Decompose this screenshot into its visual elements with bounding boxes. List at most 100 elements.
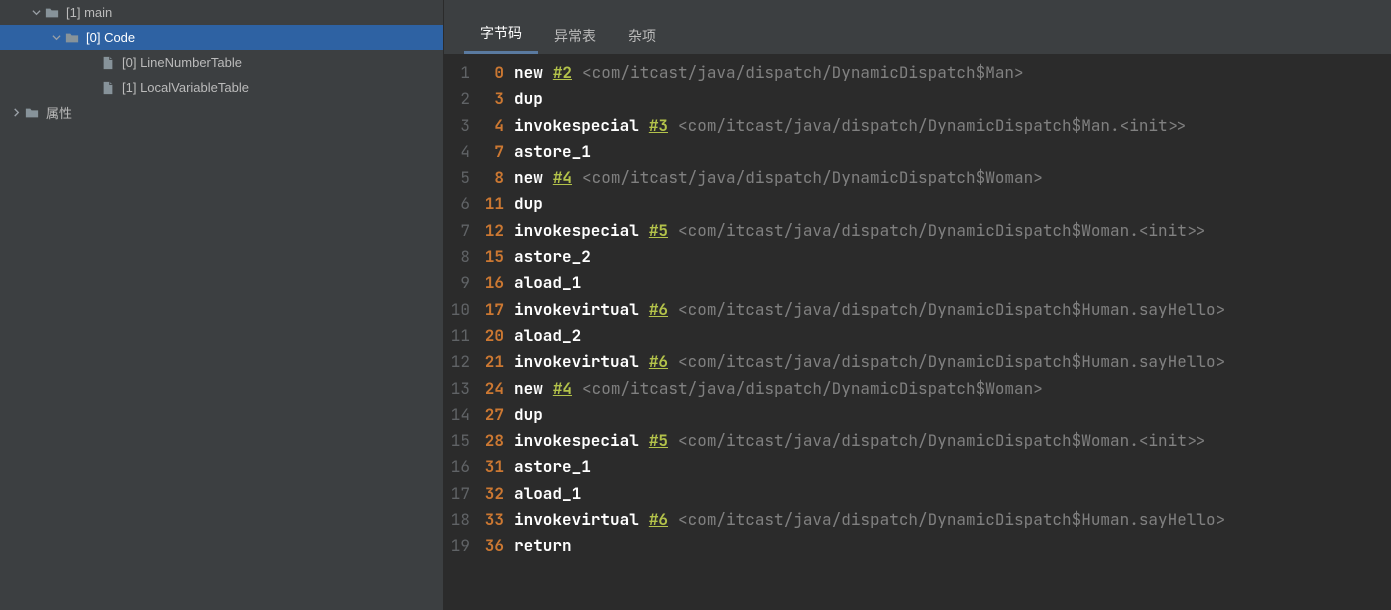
bytecode-address: 7 (478, 139, 514, 165)
line-number: 19 (444, 533, 478, 559)
bytecode-address: 15 (478, 244, 514, 270)
constant-pool-ref[interactable]: #2 (553, 60, 572, 86)
code-line[interactable]: 1221invokevirtual#6<com/itcast/java/disp… (444, 349, 1391, 375)
tree-item-label: 属性 (46, 103, 72, 122)
tree-item[interactable]: 属性 (0, 100, 443, 125)
constant-pool-ref[interactable]: #3 (649, 113, 668, 139)
code-line[interactable]: 611dup (444, 191, 1391, 217)
constant-pool-ref[interactable]: #6 (649, 349, 668, 375)
bytecode-address: 28 (478, 428, 514, 454)
line-number: 18 (444, 507, 478, 533)
bytecode-address: 36 (478, 533, 514, 559)
line-number: 8 (444, 244, 478, 270)
line-number: 4 (444, 139, 478, 165)
bytecode-opcode: invokespecial (514, 218, 639, 244)
chevron-right-icon[interactable] (8, 108, 24, 117)
tree-item[interactable]: [0] Code (0, 25, 443, 50)
bytecode-address: 33 (478, 507, 514, 533)
sidebar: [1] main [0] Code [0] LineNumberTable [1] L… (0, 0, 444, 610)
line-number: 7 (444, 218, 478, 244)
bytecode-comment: <com/itcast/java/dispatch/DynamicDispatc… (678, 297, 1225, 323)
bytecode-opcode: new (514, 165, 543, 191)
tab[interactable]: 字节码 (464, 17, 538, 54)
tab[interactable]: 异常表 (538, 20, 612, 54)
bytecode-opcode: astore_2 (514, 244, 591, 270)
code-line[interactable]: 1528invokespecial#5<com/itcast/java/disp… (444, 428, 1391, 454)
bytecode-comment: <com/itcast/java/dispatch/DynamicDispatc… (582, 376, 1043, 402)
bytecode-address: 20 (478, 323, 514, 349)
line-number: 17 (444, 481, 478, 507)
constant-pool-ref[interactable]: #4 (553, 165, 572, 191)
line-number: 6 (444, 191, 478, 217)
folder-icon (64, 30, 80, 46)
code-line[interactable]: 47astore_1 (444, 139, 1391, 165)
bytecode-comment: <com/itcast/java/dispatch/DynamicDispatc… (678, 428, 1206, 454)
tree-item[interactable]: [1] LocalVariableTable (0, 75, 443, 100)
constant-pool-ref[interactable]: #6 (649, 297, 668, 323)
bytecode-opcode: new (514, 376, 543, 402)
folder-icon (44, 5, 60, 21)
bytecode-opcode: aload_2 (514, 323, 581, 349)
line-number: 9 (444, 270, 478, 296)
constant-pool-ref[interactable]: #6 (649, 507, 668, 533)
bytecode-address: 4 (478, 113, 514, 139)
constant-pool-ref[interactable]: #5 (649, 428, 668, 454)
line-number: 12 (444, 349, 478, 375)
file-tree: [1] main [0] Code [0] LineNumberTable [1] L… (0, 0, 443, 125)
line-number: 14 (444, 402, 478, 428)
tree-item-label: [0] LineNumberTable (122, 55, 242, 70)
code-line[interactable]: 1936return (444, 533, 1391, 559)
tree-item[interactable]: [1] main (0, 0, 443, 25)
chevron-down-icon[interactable] (28, 8, 44, 17)
bytecode-opcode: return (514, 533, 572, 559)
line-number: 3 (444, 113, 478, 139)
code-line[interactable]: 1732aload_1 (444, 481, 1391, 507)
code-line[interactable]: 34invokespecial#3<com/itcast/java/dispat… (444, 113, 1391, 139)
tree-item-label: [1] LocalVariableTable (122, 80, 249, 95)
bytecode-comment: <com/itcast/java/dispatch/DynamicDispatc… (678, 349, 1225, 375)
bytecode-comment: <com/itcast/java/dispatch/DynamicDispatc… (582, 60, 1024, 86)
line-number: 11 (444, 323, 478, 349)
code-line[interactable]: 1120aload_2 (444, 323, 1391, 349)
bytecode-opcode: invokevirtual (514, 349, 639, 375)
bytecode-address: 8 (478, 165, 514, 191)
bytecode-address: 3 (478, 86, 514, 112)
bytecode-view[interactable]: 10new#2<com/itcast/java/dispatch/Dynamic… (444, 55, 1391, 610)
code-line[interactable]: 1017invokevirtual#6<com/itcast/java/disp… (444, 297, 1391, 323)
constant-pool-ref[interactable]: #5 (649, 218, 668, 244)
code-line[interactable]: 712invokespecial#5<com/itcast/java/dispa… (444, 218, 1391, 244)
code-line[interactable]: 23dup (444, 86, 1391, 112)
chevron-down-icon[interactable] (48, 33, 64, 42)
line-number: 5 (444, 165, 478, 191)
main-panel: 字节码异常表杂项 10new#2<com/itcast/java/dispatc… (444, 0, 1391, 610)
bytecode-opcode: astore_1 (514, 454, 591, 480)
tab[interactable]: 杂项 (612, 20, 672, 54)
code-line[interactable]: 58new #4 <com/itcast/java/dispatch/Dynamic… (444, 165, 1391, 191)
code-line[interactable]: 1833invokevirtual#6<com/itcast/java/disp… (444, 507, 1391, 533)
bytecode-comment: <com/itcast/java/dispatch/DynamicDispatc… (582, 165, 1043, 191)
bytecode-opcode: invokespecial (514, 113, 639, 139)
code-line[interactable]: 1427dup (444, 402, 1391, 428)
line-number: 2 (444, 86, 478, 112)
tree-item[interactable]: [0] LineNumberTable (0, 50, 443, 75)
constant-pool-ref[interactable]: #4 (553, 376, 572, 402)
bytecode-opcode: dup (514, 86, 543, 112)
bytecode-address: 32 (478, 481, 514, 507)
bytecode-opcode: invokespecial (514, 428, 639, 454)
bytecode-address: 31 (478, 454, 514, 480)
file-icon (100, 80, 116, 96)
code-line[interactable]: 916aload_1 (444, 270, 1391, 296)
bytecode-address: 16 (478, 270, 514, 296)
code-line[interactable]: 815astore_2 (444, 244, 1391, 270)
bytecode-opcode: aload_1 (514, 270, 581, 296)
code-line[interactable]: 1324new#4<com/itcast/java/dispatch/Dynam… (444, 376, 1391, 402)
bytecode-address: 11 (478, 191, 514, 217)
code-line[interactable]: 1631astore_1 (444, 454, 1391, 480)
bytecode-address: 27 (478, 402, 514, 428)
bytecode-address: 17 (478, 297, 514, 323)
tab-bar: 字节码异常表杂项 (444, 0, 1391, 55)
tree-item-label: [0] Code (86, 30, 135, 45)
bytecode-opcode: astore_1 (514, 139, 591, 165)
bytecode-opcode: aload_1 (514, 481, 581, 507)
code-line[interactable]: 10new#2<com/itcast/java/dispatch/Dynamic… (444, 60, 1391, 86)
